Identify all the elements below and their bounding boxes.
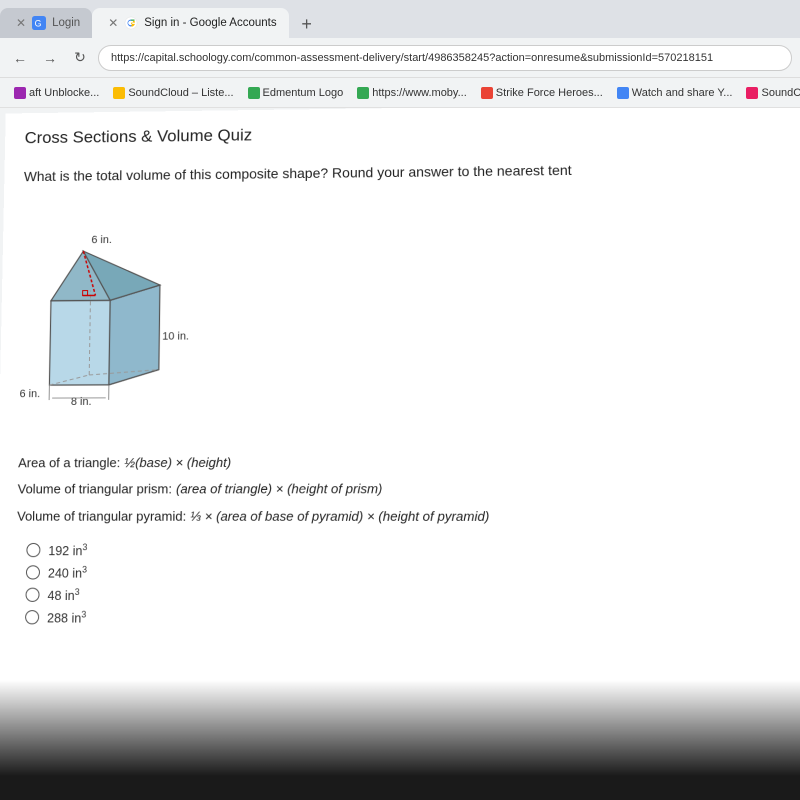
tab-bar: ✕ G Login ✕ Sign in - Google Accounts + — [0, 0, 800, 38]
svg-text:G: G — [35, 19, 42, 29]
bookmark-icon-watch — [617, 87, 629, 99]
bookmark-label-watch: Watch and share Y... — [632, 87, 733, 99]
bookmark-icon-unblocker — [14, 87, 26, 99]
bookmark-soundcloud[interactable]: SoundCloud – Liste... — [107, 85, 239, 101]
page-title: Cross Sections & Volume Quiz — [24, 119, 785, 149]
bookmark-icon-moby — [357, 87, 369, 99]
page-content: Cross Sections & Volume Quiz What is the… — [0, 108, 800, 800]
answer-choice-48[interactable]: 48 in3 — [25, 587, 795, 606]
bookmark-icon-strikeforce — [481, 87, 493, 99]
browser-window: ✕ G Login ✕ Sign in - Google Accounts + … — [0, 0, 800, 800]
bookmark-label-moby: https://www.moby... — [372, 87, 467, 99]
composite-shape-svg: 6 in. 10 in. 6 in. 8 in. — [19, 200, 211, 429]
formula-prism-label: Volume of triangular prism: — [17, 477, 172, 502]
tab-label-google: Sign in - Google Accounts — [144, 17, 276, 29]
answer-label-288: 288 in3 — [47, 609, 86, 626]
formulas-section: Area of a triangle: ½(base) × (height) V… — [17, 449, 794, 530]
bookmark-edmentum[interactable]: Edmentum Logo — [242, 85, 350, 101]
reload-button[interactable]: ↻ — [68, 46, 92, 70]
bookmark-soundclo[interactable]: SoundClo... — [740, 85, 800, 101]
bookmark-unblocker[interactable]: aft Unblocke... — [8, 85, 105, 101]
answer-choices: 192 in3 240 in3 48 in3 288 in3 — [25, 542, 796, 629]
tab-icon-google — [124, 16, 138, 30]
formula-triangle-label: Area of a triangle: — [18, 451, 121, 476]
formula-prism-expr: (area of triangle) × (height of prism) — [176, 477, 383, 502]
answer-choice-240[interactable]: 240 in3 — [26, 564, 795, 582]
bookmark-label-unblocker: aft Unblocke... — [29, 87, 99, 99]
url-text: https://capital.schoology.com/common-ass… — [111, 52, 713, 64]
bookmark-label-soundcloud: SoundCloud – Liste... — [128, 87, 233, 99]
tab-google-accounts[interactable]: ✕ Sign in - Google Accounts — [92, 8, 288, 38]
address-bar-row: ← → ↻ https://capital.schoology.com/comm… — [0, 38, 800, 78]
bookmark-label-strikeforce: Strike Force Heroes... — [496, 87, 603, 99]
answer-choice-192[interactable]: 192 in3 — [26, 542, 794, 560]
shape-area: 6 in. 10 in. 6 in. 8 in. — [19, 194, 792, 435]
address-bar[interactable]: https://capital.schoology.com/common-ass… — [98, 45, 792, 71]
answer-choice-288[interactable]: 288 in3 — [25, 609, 796, 629]
formula-pyramid-volume: Volume of triangular pyramid: ⅓ × (area … — [17, 504, 794, 530]
tab-login[interactable]: ✕ G Login — [0, 8, 92, 38]
bookmark-icon-soundclo — [746, 87, 758, 99]
svg-text:6 in.: 6 in. — [91, 234, 112, 246]
bookmark-watch-share[interactable]: Watch and share Y... — [611, 85, 739, 101]
bookmarks-bar: aft Unblocke... SoundCloud – Liste... Ed… — [0, 78, 800, 108]
bookmark-strike-force[interactable]: Strike Force Heroes... — [475, 85, 609, 101]
answer-label-192: 192 in3 — [48, 542, 87, 558]
new-tab-button[interactable]: + — [293, 10, 321, 38]
bookmark-icon-soundcloud — [113, 87, 125, 99]
answer-label-48: 48 in3 — [47, 587, 79, 604]
radio-192[interactable] — [26, 543, 40, 557]
tab-icon-login: G — [32, 16, 46, 30]
svg-text:10 in.: 10 in. — [162, 330, 189, 342]
formula-triangle-area: Area of a triangle: ½(base) × (height) — [18, 449, 793, 475]
question-text: What is the total volume of this composi… — [24, 158, 787, 186]
tab-close-login[interactable]: ✕ — [16, 16, 26, 30]
bookmark-moby[interactable]: https://www.moby... — [351, 85, 473, 101]
radio-288[interactable] — [25, 610, 39, 624]
radio-48[interactable] — [25, 588, 39, 602]
answer-label-240: 240 in3 — [48, 564, 87, 581]
formula-triangle-expr: ½(base) × (height) — [124, 450, 231, 475]
svg-text:6 in.: 6 in. — [19, 388, 40, 400]
formula-pyramid-label: Volume of triangular pyramid: — [17, 504, 186, 529]
back-button[interactable]: ← — [8, 46, 32, 70]
forward-button[interactable]: → — [38, 46, 62, 70]
tab-label-login: Login — [52, 17, 80, 29]
bookmark-label-edmentum: Edmentum Logo — [263, 87, 344, 99]
page-wrapper: Cross Sections & Volume Quiz What is the… — [0, 108, 800, 800]
radio-240[interactable] — [26, 565, 40, 579]
formula-pyramid-expr: ⅓ × (area of base of pyramid) × (height … — [190, 504, 489, 529]
tab-close-google[interactable]: ✕ — [108, 16, 118, 30]
formula-prism-volume: Volume of triangular prism: (area of tri… — [17, 477, 793, 503]
bookmark-icon-edmentum — [248, 87, 260, 99]
bookmark-label-soundclo: SoundClo... — [761, 87, 800, 99]
shape-diagram: 6 in. 10 in. 6 in. 8 in. — [19, 200, 221, 435]
